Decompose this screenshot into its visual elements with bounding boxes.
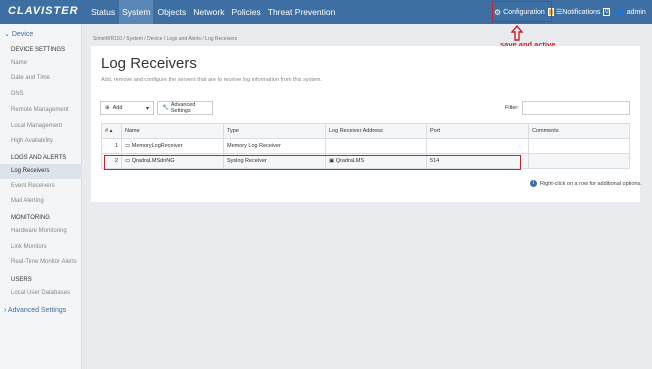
page-title: Log Receivers [101, 55, 197, 72]
sidebar-advanced-settings[interactable]: › Advanced Settings [4, 307, 66, 314]
sidebar-item-date-and-time[interactable]: Date and Time [11, 75, 50, 81]
sidebar-item-local-management[interactable]: Local Management [11, 123, 62, 129]
arrow-up-icon [511, 25, 523, 41]
notifications-label: Notifications [562, 8, 601, 16]
sidebar-section-device-settings: DEVICE SETTINGS [11, 47, 66, 53]
add-button[interactable]: ⊕ Add ▾ [100, 101, 154, 115]
main-nav: Status System Objects Network Policies T… [88, 0, 339, 24]
nav-threat-prevention[interactable]: Threat Prevention [265, 0, 339, 24]
receiver-icon: ▭ [125, 143, 131, 149]
chevron-right-icon: › [4, 307, 7, 314]
sidebar-device-toggle[interactable]: ⌄ Device [4, 30, 33, 38]
sidebar-item-name[interactable]: Name [11, 60, 27, 66]
nav-system[interactable]: System [119, 0, 154, 24]
row-port [426, 138, 529, 154]
sidebar-section-users: USERS [11, 277, 32, 283]
row-highlight-box [104, 155, 521, 170]
column-header-comments[interactable]: Comments [528, 123, 630, 139]
info-icon: i [530, 180, 537, 187]
row-type: Memory Log Receiver [223, 138, 326, 154]
filter-input[interactable] [522, 101, 630, 115]
sidebar-item-local-user-databases[interactable]: Local User Databases [11, 290, 70, 296]
advanced-settings-button[interactable]: 🔧 Advanced Settings [157, 101, 213, 115]
breadcrumb: SimetWR110 / System / Device / Logs and … [93, 36, 238, 42]
filter-label: Filter: [505, 105, 519, 111]
sidebar-item-real-time-monitor-alerts[interactable]: Real-Time Monitor Alerts [11, 259, 77, 265]
sidebar-section-monitoring: MONITORING [11, 215, 50, 221]
top-navigation-bar: CLAVISTER Status System Objects Network … [0, 0, 652, 24]
sidebar-item-log-receivers[interactable]: Log Receivers [11, 168, 49, 174]
column-header-type[interactable]: Type [223, 123, 326, 139]
sidebar-item-link-monitors[interactable]: Link Monitors [11, 244, 47, 250]
sidebar-item-event-receivers[interactable]: Event Receivers [11, 183, 55, 189]
chevron-down-icon: ⌄ [4, 31, 10, 38]
chevron-down-icon: ▾ [145, 105, 149, 112]
sidebar-item-remote-management[interactable]: Remote Management [11, 107, 69, 113]
user-icon: 👤 [616, 9, 625, 16]
page-subtitle: Add, remove and configure the servers th… [101, 77, 323, 83]
clavister-logo: CLAVISTER [8, 5, 79, 17]
plus-circle-icon: ⊕ [105, 105, 110, 111]
notifications-count-badge: 0 [603, 8, 611, 16]
row-comments [528, 153, 630, 169]
wrench-icon: 🔧 [162, 105, 169, 111]
sidebar-item-high-availability[interactable]: High Availability [11, 138, 53, 144]
row-comments [528, 138, 630, 154]
sidebar: ⌄ Device DEVICE SETTINGS Name Date and T… [0, 24, 82, 369]
column-header-address[interactable]: Log Receiver Address [325, 123, 427, 139]
right-click-hint: i Right-click on a row for additional op… [530, 180, 642, 187]
nav-status[interactable]: Status [88, 0, 118, 24]
column-header-number[interactable]: # ▴ [101, 123, 122, 139]
sidebar-item-dns[interactable]: DNS [11, 91, 24, 97]
configuration-highlight-box [492, 1, 552, 22]
table-row[interactable]: 1 ▭ MemoryLogReceiver Memory Log Receive… [101, 138, 630, 154]
table-header-row: # ▴ Name Type Log Receiver Address Port … [101, 123, 630, 139]
user-menu[interactable]: 👤 admin [616, 0, 646, 24]
row-address [325, 138, 427, 154]
row-name: ▭ MemoryLogReceiver [121, 138, 224, 154]
user-name: admin [626, 8, 646, 16]
notifications-menu[interactable]: ☰ Notifications 0 [556, 0, 611, 24]
row-number: 1 [101, 138, 122, 154]
sidebar-section-logs-and-alerts: LOGS AND ALERTS [11, 155, 67, 161]
nav-objects[interactable]: Objects [154, 0, 189, 24]
nav-policies[interactable]: Policies [228, 0, 263, 24]
column-header-port[interactable]: Port [426, 123, 529, 139]
sidebar-item-mail-alerting[interactable]: Mail Alerting [11, 198, 44, 204]
sidebar-item-hardware-monitoring[interactable]: Hardware Monitoring [11, 228, 67, 234]
column-header-name[interactable]: Name [121, 123, 224, 139]
nav-network[interactable]: Network [190, 0, 227, 24]
